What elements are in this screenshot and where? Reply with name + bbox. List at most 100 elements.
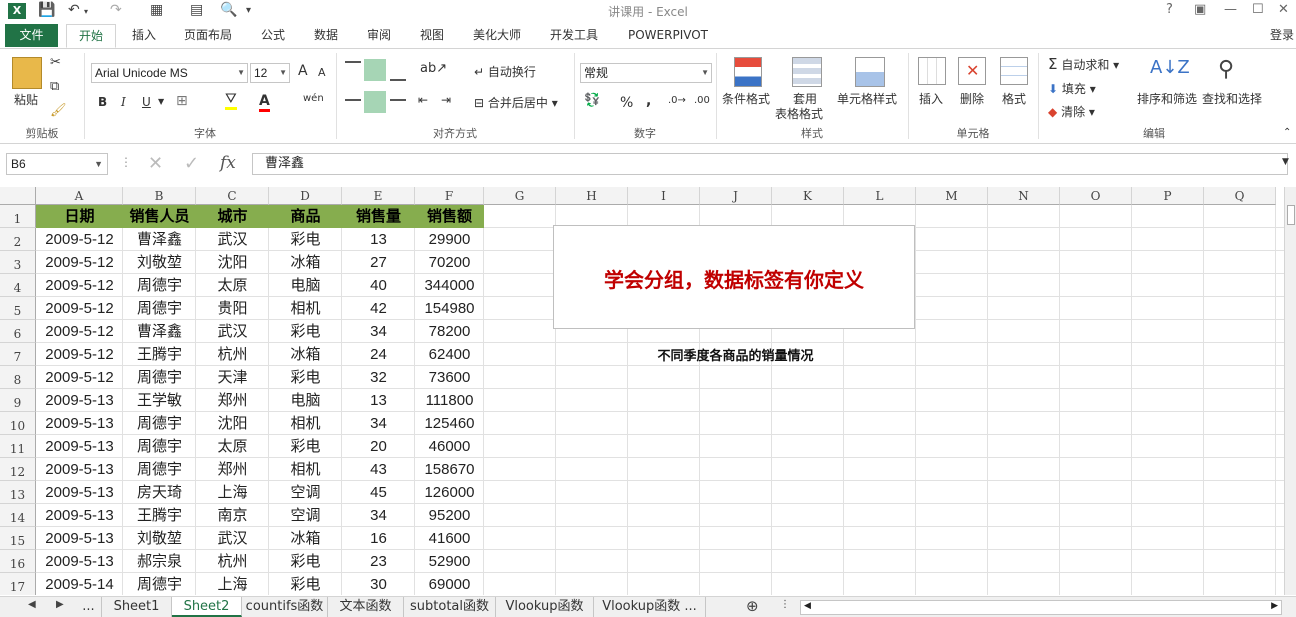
table-cell[interactable]: 34 (342, 504, 415, 527)
table-cell[interactable]: 2009-5-14 (36, 573, 123, 595)
autosum-button[interactable]: Σ 自动求和 ▾ (1048, 55, 1119, 73)
table-cell[interactable]: 彩电 (269, 320, 342, 343)
sheet-tab[interactable]: Vlookup函数 ... (594, 597, 706, 617)
row-header[interactable]: 17 (0, 573, 36, 595)
sheet-tab[interactable]: Sheet1 (102, 597, 172, 617)
table-cell[interactable]: 46000 (415, 435, 484, 458)
shrink-font-button[interactable]: A (318, 66, 326, 79)
copy-icon[interactable]: ⧉ (50, 79, 59, 94)
insert-function-button[interactable]: fx (220, 153, 236, 173)
table-cell[interactable]: 42 (342, 297, 415, 320)
table-cell[interactable]: 2009-5-12 (36, 320, 123, 343)
maximize-button[interactable]: ☐ (1252, 2, 1264, 17)
align-middle-icon[interactable] (364, 59, 386, 81)
table-cell[interactable]: 95200 (415, 504, 484, 527)
table-cell[interactable]: 南京 (196, 504, 269, 527)
row-header[interactable]: 11 (0, 435, 36, 458)
table-cell[interactable]: 40 (342, 274, 415, 297)
find-select-button[interactable]: 查找和选择 (1202, 90, 1262, 107)
table-cell[interactable]: 沈阳 (196, 251, 269, 274)
column-header[interactable]: I (628, 187, 700, 205)
tab-developer[interactable]: 开发工具 (543, 24, 605, 48)
table-cell[interactable]: 沈阳 (196, 412, 269, 435)
table-cell[interactable]: 16 (342, 527, 415, 550)
underline-button[interactable]: U (142, 95, 151, 109)
delete-cells-icon[interactable]: ✕ (958, 57, 986, 85)
table-cell[interactable]: 贵阳 (196, 297, 269, 320)
column-header[interactable]: K (772, 187, 844, 205)
column-header[interactable]: N (988, 187, 1060, 205)
table-cell[interactable]: 武汉 (196, 527, 269, 550)
tab-view[interactable]: 视图 (411, 24, 453, 48)
table-cell[interactable]: 70200 (415, 251, 484, 274)
percent-button[interactable]: % (620, 95, 633, 111)
formula-input[interactable]: 曹泽鑫 (252, 153, 1288, 175)
table-cell[interactable]: 2009-5-13 (36, 481, 123, 504)
conditional-format-button[interactable]: 条件格式 (722, 90, 770, 107)
row-header[interactable]: 5 (0, 297, 36, 320)
column-header[interactable]: P (1132, 187, 1204, 205)
column-header[interactable]: O (1060, 187, 1132, 205)
table-cell[interactable]: 冰箱 (269, 343, 342, 366)
table-cell[interactable]: 王学敏 (123, 389, 196, 412)
row-header[interactable]: 9 (0, 389, 36, 412)
bold-button[interactable]: B (98, 95, 107, 109)
table-cell[interactable]: 126000 (415, 481, 484, 504)
row-header[interactable]: 13 (0, 481, 36, 504)
table-cell[interactable]: 111800 (415, 389, 484, 412)
column-header[interactable]: E (342, 187, 415, 205)
table-cell[interactable]: 158670 (415, 458, 484, 481)
table-cell[interactable]: 周德宇 (123, 297, 196, 320)
sort-filter-icon[interactable]: A↓Z (1150, 57, 1190, 78)
table-cell[interactable]: 30 (342, 573, 415, 595)
table-cell[interactable]: 相机 (269, 458, 342, 481)
table-cell[interactable]: 34 (342, 320, 415, 343)
row-header[interactable]: 3 (0, 251, 36, 274)
row-header[interactable]: 14 (0, 504, 36, 527)
table-cell[interactable]: 曹泽鑫 (123, 320, 196, 343)
tab-data[interactable]: 数据 (305, 24, 347, 48)
sheet-tab[interactable]: Vlookup函数 (496, 597, 594, 617)
table-cell[interactable]: 杭州 (196, 343, 269, 366)
row-header[interactable]: 15 (0, 527, 36, 550)
table-cell[interactable]: 刘敬堃 (123, 527, 196, 550)
table-cell[interactable]: 上海 (196, 573, 269, 595)
horizontal-scrollbar[interactable]: ◀ ▶ (800, 600, 1282, 615)
binoculars-icon[interactable]: ⚲ (1218, 57, 1234, 82)
table-cell[interactable]: 2009-5-13 (36, 458, 123, 481)
table-cell[interactable]: 62400 (415, 343, 484, 366)
phonetic-button[interactable]: wén (303, 93, 324, 104)
table-cell[interactable]: 周德宇 (123, 412, 196, 435)
row-header[interactable]: 1 (0, 205, 36, 228)
column-header[interactable]: B (123, 187, 196, 205)
tab-beautify[interactable]: 美化大师 (466, 24, 528, 48)
font-color-icon[interactable]: A (259, 93, 270, 112)
sheet-prev-icon[interactable]: ◀ (28, 599, 36, 610)
table-cell[interactable]: 2009-5-13 (36, 389, 123, 412)
chevron-down-icon[interactable]: ▼ (158, 97, 164, 106)
currency-icon[interactable]: 💱 (584, 93, 600, 108)
table-cell[interactable]: 彩电 (269, 573, 342, 595)
increase-decimal-icon[interactable]: .0→ (668, 95, 686, 106)
conditional-format-icon[interactable] (734, 57, 762, 87)
delete-cells-button[interactable]: 删除 (960, 90, 984, 107)
format-painter-icon[interactable]: 🖌 (50, 103, 67, 118)
number-format-select[interactable]: 常规 ▼ (580, 63, 712, 83)
row-header[interactable]: 16 (0, 550, 36, 573)
table-cell[interactable]: 13 (342, 389, 415, 412)
sheet-tab[interactable]: Sheet2 (172, 597, 242, 617)
column-header[interactable]: Q (1204, 187, 1276, 205)
ribbon-display-button[interactable]: ▣ (1194, 2, 1206, 17)
align-left-icon[interactable] (345, 99, 361, 101)
column-header[interactable]: G (484, 187, 556, 205)
comma-button[interactable]: , (646, 93, 651, 109)
clear-button[interactable]: ◆ 清除 ▾ (1048, 103, 1095, 120)
table-cell[interactable]: 41600 (415, 527, 484, 550)
border-icon[interactable]: ⊞ (176, 93, 188, 109)
tab-page-layout[interactable]: 页面布局 (176, 24, 240, 48)
table-header-cell[interactable]: 商品 (269, 205, 342, 228)
table-cell[interactable]: 彩电 (269, 550, 342, 573)
table-cell[interactable]: 周德宇 (123, 274, 196, 297)
row-header[interactable]: 12 (0, 458, 36, 481)
table-cell[interactable]: 天津 (196, 366, 269, 389)
